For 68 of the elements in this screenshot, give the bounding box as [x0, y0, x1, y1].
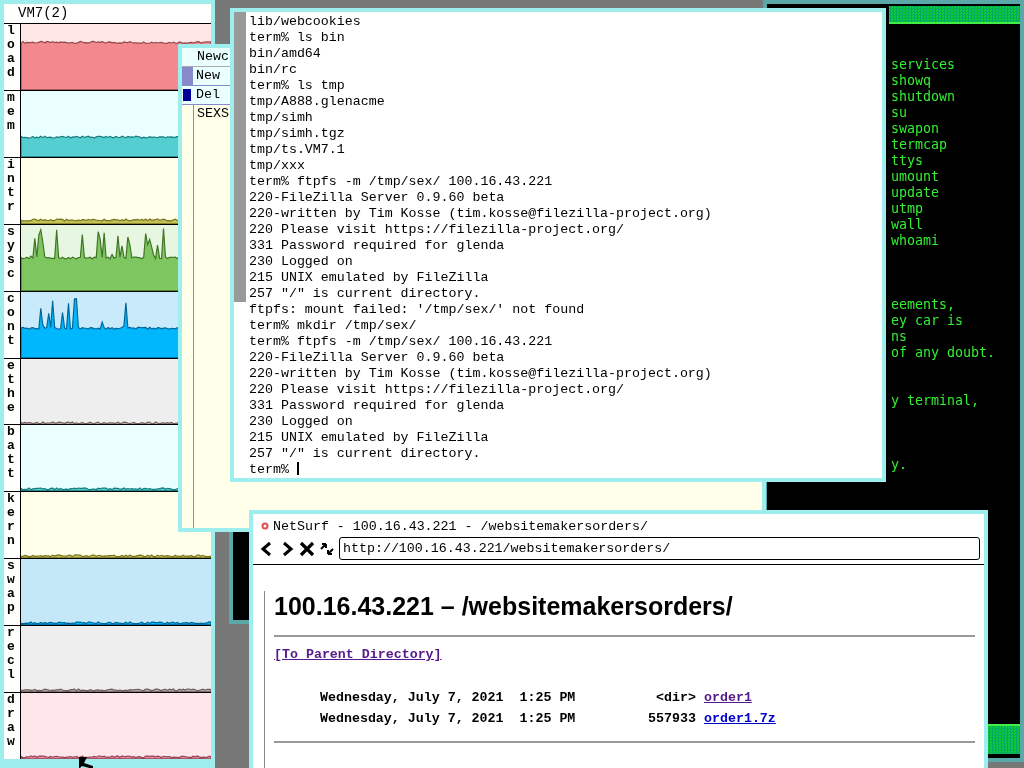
terminal-line: swapon	[891, 121, 940, 137]
terminal-line: 215 UNIX emulated by FileZilla	[249, 270, 490, 286]
date-text: Wednesday, July 7, 2021 1:25 PM	[320, 711, 577, 727]
scroll-pattern	[988, 724, 1020, 754]
url-field[interactable]: http://100.16.43.221/websitemakersorders/	[339, 537, 980, 560]
terminal-line: y terminal,	[891, 393, 980, 409]
terminal-line: term% mkdir /tmp/sex/	[249, 318, 418, 334]
file-tag[interactable]: Del	[193, 86, 220, 104]
scrollbar-thumb[interactable]	[234, 12, 246, 302]
terminal-line: utmp	[891, 201, 924, 217]
terminal-line: bin/rc	[249, 62, 298, 78]
window-tag[interactable]: New	[193, 67, 220, 85]
terminal-line: update	[891, 185, 940, 201]
terminal-line: ey car is	[891, 313, 964, 329]
terminal-line: lib/webcookies	[249, 14, 362, 30]
terminal-line: 220-FileZilla Server 0.9.60 beta	[249, 350, 506, 366]
terminal-line: 215 UNIX emulated by FileZilla	[249, 430, 490, 446]
terminal-line: 220-written by Tim Kosse (tim.kosse@filezilla-project.org)	[249, 366, 712, 382]
page-heading: 100.16.43.221 – /websitemakersorders/	[274, 591, 734, 621]
terminal-line: 220 Please visit https://filezilla-project.org/	[249, 382, 626, 398]
terminal-line: termcap	[891, 137, 948, 153]
terminal-line: term% ftpfs -m /tmp/sex/ 100.16.43.221	[249, 334, 554, 350]
terminal-line: ttys	[891, 153, 924, 169]
terminal-line: tmp/xxx	[249, 158, 306, 174]
terminal-line: of any doubt.	[891, 345, 996, 361]
window-title: NetSurf - 100.16.43.221 - /websitemakersorders/	[273, 518, 649, 534]
mouse-pointer-icon	[79, 757, 93, 768]
terminal-line: term%	[249, 462, 712, 478]
terminal-line: whoami	[891, 233, 940, 249]
terminal-line: 220-FileZilla Server 0.9.60 beta	[249, 190, 506, 206]
terminal-line: y.	[891, 457, 907, 473]
terminal-line: wall	[891, 217, 924, 233]
terminal-line: term% ls bin	[249, 30, 346, 46]
size-text: <dir>	[655, 690, 696, 706]
terminal-line: services	[891, 57, 956, 73]
terminal-line: ftpfs: mount failed: '/tmp/sex/' not found	[249, 302, 586, 318]
app-icon	[261, 522, 269, 530]
body-text: SEXS	[196, 106, 229, 121]
terminal-line: 331 Password required for glenda	[249, 398, 506, 414]
terminal-line: term% ls tmp	[249, 78, 346, 94]
column-tag[interactable]: Newc	[194, 49, 229, 64]
terminal-line: 230 Logged on	[249, 254, 354, 270]
date-text: Wednesday, July 7, 2021 1:25 PM	[320, 690, 577, 706]
terminal-line: tmp/ts.VM7.1	[249, 142, 346, 158]
text-cursor	[296, 462, 299, 475]
cross-icon[interactable]	[299, 540, 315, 557]
file-link[interactable]: order1.7z	[704, 711, 776, 727]
terminal-line: su	[891, 105, 907, 121]
terminal-line: tmp/A888.glenacme	[249, 94, 386, 110]
terminal-line: 257 "/" is current directory.	[249, 446, 482, 462]
size-text: 557933	[647, 711, 696, 727]
terminal-line: umount	[891, 169, 940, 185]
terminal-line: 257 "/" is current directory.	[249, 286, 482, 302]
terminal-line: shutdown	[891, 89, 956, 105]
terminal-line: ns	[891, 329, 907, 345]
parent-directory-link[interactable]: [To Parent Directory]	[274, 647, 442, 662]
terminal-line: 230 Logged on	[249, 414, 354, 430]
file-link[interactable]: order1	[704, 690, 776, 706]
terminal-line: eements,	[891, 297, 956, 313]
terminal-line: 331 Password required for glenda	[249, 238, 506, 254]
terminal-line: bin/amd64	[249, 46, 322, 62]
terminal-line: 220 Please visit https://filezilla-project.org/	[249, 222, 626, 238]
terminal-line: 220-written by Tim Kosse (tim.kosse@filezilla-project.org)	[249, 206, 712, 222]
reload-icon[interactable]	[319, 540, 335, 557]
terminal-line: term% ftpfs -m /tmp/sex/ 100.16.43.221	[249, 174, 554, 190]
terminal-line: showq	[891, 73, 932, 89]
terminal-line: tmp/simh.tgz	[249, 126, 346, 142]
terminal-line: tmp/simh	[249, 110, 314, 126]
